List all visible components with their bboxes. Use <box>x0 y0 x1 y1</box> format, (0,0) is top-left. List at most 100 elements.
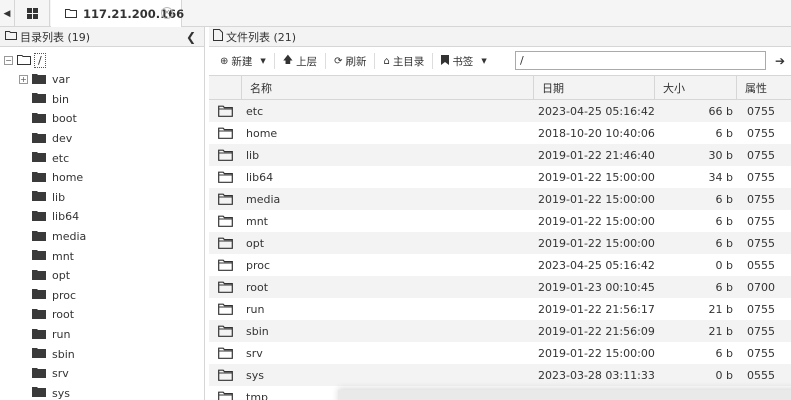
tree-item-dev[interactable]: dev <box>0 129 204 149</box>
folder-icon <box>209 347 242 359</box>
tree-item-label: mnt <box>52 249 74 263</box>
table-row[interactable]: etc 2023-04-25 05:16:42 66 b 0755 <box>209 100 791 122</box>
folder-icon <box>209 215 242 227</box>
tree-item-sys[interactable]: sys <box>0 384 204 400</box>
up-button[interactable]: 🡅 上层 <box>278 51 322 71</box>
file-name[interactable]: etc <box>242 105 534 118</box>
column-header-attr[interactable]: 属性 <box>737 76 791 100</box>
collapse-node-icon[interactable]: − <box>4 56 13 65</box>
folder-icon <box>32 249 46 263</box>
folder-icon <box>32 92 46 106</box>
file-attr: 0755 <box>747 148 775 162</box>
tree-item-media[interactable]: media <box>0 227 204 247</box>
tree-item-etc[interactable]: etc <box>0 148 204 168</box>
folder-icon <box>209 303 242 315</box>
chevron-left-icon[interactable]: ❮ <box>186 30 196 44</box>
file-name[interactable]: sbin <box>242 325 534 338</box>
arrow-right-icon[interactable]: ➔ <box>775 54 785 68</box>
file-name[interactable]: srv <box>242 347 534 360</box>
column-header-name[interactable]: 名称 <box>242 76 534 100</box>
folder-open-icon <box>65 7 77 21</box>
tree-item-srv[interactable]: srv <box>0 364 204 384</box>
tab-session[interactable]: 117.21.200.166 ✕ <box>51 0 184 28</box>
file-size: 34 b <box>708 170 733 184</box>
file-attr: 0555 <box>747 368 775 382</box>
table-row[interactable]: root 2019-01-23 00:10:45 6 b 0700 <box>209 276 791 298</box>
file-name[interactable]: root <box>242 281 534 294</box>
file-panel-title: 文件列表 (21) <box>226 30 297 44</box>
toolbar-divider <box>273 53 275 69</box>
bookmark-icon <box>441 54 450 68</box>
tree-item-root[interactable]: root <box>0 305 204 325</box>
file-name[interactable]: home <box>242 127 534 140</box>
tree-item-boot[interactable]: boot <box>0 109 204 129</box>
up-button-label: 上层 <box>296 55 318 68</box>
tree-item-run[interactable]: run <box>0 325 204 345</box>
bookmark-button[interactable]: 书签 ▼ <box>436 51 491 71</box>
column-header-size[interactable]: 大小 <box>655 76 737 100</box>
directory-panel-title: 目录列表 (19) <box>20 30 91 44</box>
table-row[interactable]: sbin 2019-01-22 21:56:09 21 b 0755 <box>209 320 791 342</box>
close-icon[interactable]: ✕ <box>161 7 173 19</box>
expand-node-icon[interactable]: + <box>19 75 28 84</box>
tree-item-home[interactable]: home <box>0 168 204 188</box>
table-row[interactable]: proc 2023-04-25 05:16:42 0 b 0555 <box>209 254 791 276</box>
tab-scroll-left-button[interactable]: ◀ <box>0 0 15 27</box>
file-name[interactable]: opt <box>242 237 534 250</box>
refresh-button[interactable]: ⟳ 刷新 <box>329 51 371 71</box>
file-name[interactable]: run <box>242 303 534 316</box>
folder-icon <box>32 288 46 302</box>
file-name[interactable]: proc <box>242 259 534 272</box>
caret-down-icon: ▼ <box>481 57 487 65</box>
home-button-label: 主目录 <box>392 55 425 68</box>
folder-icon <box>32 190 46 204</box>
file-date: 2019-01-22 21:56:09 <box>538 324 655 338</box>
file-date: 2019-01-23 00:10:45 <box>538 280 655 294</box>
table-row[interactable]: lib 2019-01-22 21:46:40 30 b 0755 <box>209 144 791 166</box>
new-button[interactable]: ⊕ 新建 ▼ <box>215 51 271 71</box>
file-name[interactable]: lib <box>242 149 534 162</box>
grid-icon[interactable] <box>15 0 50 27</box>
file-name[interactable]: media <box>242 193 534 206</box>
folder-icon <box>209 237 242 249</box>
toolbar-divider <box>325 53 327 69</box>
tree-item-label: root <box>52 308 75 322</box>
tree-item-label: var <box>52 73 70 87</box>
tree-item-var[interactable]: + var <box>0 70 204 90</box>
column-header-date[interactable]: 日期 <box>534 76 655 100</box>
tree-item-label: proc <box>52 288 77 302</box>
tree-item-label: run <box>52 328 71 342</box>
home-button[interactable]: ⌂ 主目录 <box>378 51 429 71</box>
table-row[interactable]: sys 2023-03-28 03:11:33 0 b 0555 <box>209 364 791 386</box>
folder-icon <box>17 54 31 68</box>
tree-item-proc[interactable]: proc <box>0 286 204 306</box>
file-size: 21 b <box>708 302 733 316</box>
table-row[interactable]: media 2019-01-22 15:00:00 6 b 0755 <box>209 188 791 210</box>
table-row[interactable]: mnt 2019-01-22 15:00:00 6 b 0755 <box>209 210 791 232</box>
file-name[interactable]: mnt <box>242 215 534 228</box>
table-row[interactable]: opt 2019-01-22 15:00:00 6 b 0755 <box>209 232 791 254</box>
file-name[interactable]: sys <box>242 369 534 382</box>
table-row[interactable]: lib64 2019-01-22 15:00:00 34 b 0755 <box>209 166 791 188</box>
tree-item-bin[interactable]: bin <box>0 90 204 110</box>
table-row[interactable]: run 2019-01-22 21:56:17 21 b 0755 <box>209 298 791 320</box>
tree-item-mnt[interactable]: mnt <box>0 246 204 266</box>
folder-icon <box>32 269 46 283</box>
table-row[interactable]: srv 2019-01-22 15:00:00 6 b 0755 <box>209 342 791 364</box>
tree-item-label: lib <box>52 190 66 204</box>
tree-item-sbin[interactable]: sbin <box>0 344 204 364</box>
tree-item-lib64[interactable]: lib64 <box>0 207 204 227</box>
file-attr: 0555 <box>747 258 775 272</box>
tree-root[interactable]: − / <box>4 53 46 68</box>
tree-item-lib[interactable]: lib <box>0 188 204 208</box>
table-row[interactable]: home 2018-10-20 10:40:06 6 b 0755 <box>209 122 791 144</box>
folder-icon <box>209 171 242 183</box>
tree-item-label: opt <box>52 269 71 283</box>
tree-item-label: home <box>52 171 84 185</box>
tree-item-opt[interactable]: opt <box>0 266 204 286</box>
caret-down-icon: ▼ <box>260 57 266 65</box>
path-input[interactable] <box>515 51 766 70</box>
file-name[interactable]: lib64 <box>242 171 534 184</box>
directory-tree: + var bin boot dev etc home lib lib64 media mnt opt… <box>0 70 204 400</box>
file-toolbar: ⊕ 新建 ▼ 🡅 上层 ⟳ 刷新 ⌂ 主目录 书签 ▼ ➔ <box>209 48 791 74</box>
